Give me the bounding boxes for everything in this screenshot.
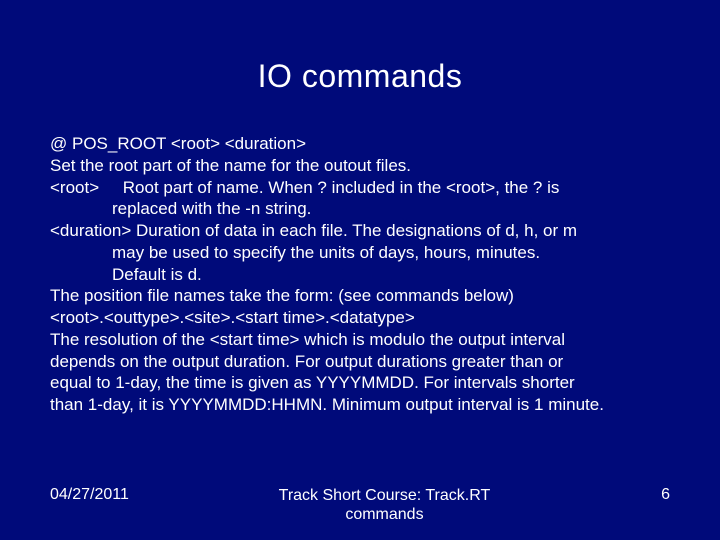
body-line: <root> Root part of name. When ? include… (50, 177, 670, 199)
body-term: <root> (50, 178, 99, 197)
body-line: may be used to specify the units of days… (50, 242, 670, 264)
body-line: <duration> Duration of data in each file… (50, 220, 670, 242)
body-rest: Root part of name. When ? included in th… (123, 178, 560, 197)
slide: IO commands @ POS_ROOT <root> <duration>… (0, 0, 720, 540)
body-line: depends on the output duration. For outp… (50, 351, 670, 373)
footer-title: Track Short Course: Track.RT commands (129, 486, 640, 524)
slide-body: @ POS_ROOT <root> <duration> Set the roo… (50, 133, 670, 416)
body-line: than 1-day, it is YYYYMMDD:HHMN. Minimum… (50, 394, 670, 416)
body-line: Default is d. (50, 264, 670, 286)
body-line: The position file names take the form: (… (50, 285, 670, 307)
footer-date: 04/27/2011 (50, 486, 129, 504)
footer-title-line: Track Short Course: Track.RT (279, 487, 491, 504)
body-line: equal to 1-day, the time is given as YYY… (50, 372, 670, 394)
footer-title-line: commands (345, 506, 423, 523)
footer-page-number: 6 (640, 486, 670, 504)
body-line: <root>.<outtype>.<site>.<start time>.<da… (50, 307, 670, 329)
body-line: Set the root part of the name for the ou… (50, 155, 670, 177)
slide-title: IO commands (50, 58, 670, 95)
body-line: The resolution of the <start time> which… (50, 329, 670, 351)
body-line: replaced with the -n string. (50, 198, 670, 220)
body-line: @ POS_ROOT <root> <duration> (50, 133, 670, 155)
slide-footer: 04/27/2011 Track Short Course: Track.RT … (0, 486, 720, 524)
